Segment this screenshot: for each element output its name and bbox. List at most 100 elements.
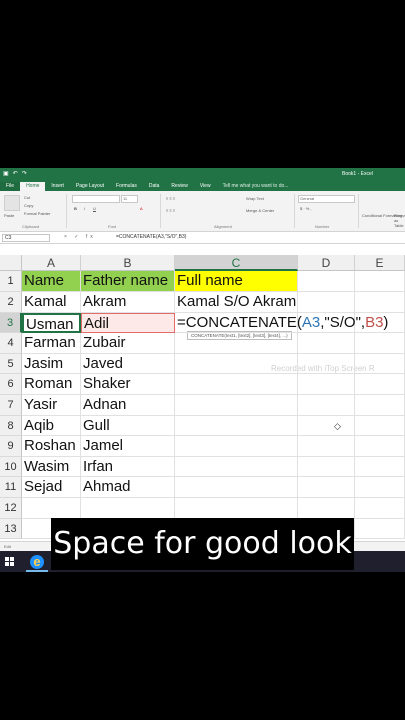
cell-a9[interactable]: Roshan [22, 436, 81, 457]
name-box[interactable]: C3 [2, 234, 50, 242]
cell-a4[interactable]: Farman [22, 333, 81, 354]
underline-button[interactable]: U [93, 206, 96, 211]
cell-e4[interactable] [355, 333, 405, 354]
undo-icon[interactable]: ↶ [13, 170, 18, 177]
cell-e13[interactable] [355, 518, 405, 540]
cell-e11[interactable] [355, 477, 405, 498]
cell-c5[interactable] [175, 353, 298, 375]
align-lines-icon[interactable]: ≡ ≡ ≡ [166, 196, 175, 201]
cell-b12[interactable] [81, 498, 175, 519]
cell-a10[interactable]: Wasim [22, 456, 81, 478]
cell-c6[interactable] [175, 374, 298, 395]
cell-e5[interactable] [355, 353, 405, 375]
cell-d2[interactable] [298, 292, 355, 313]
font-color-icon[interactable]: A [140, 206, 143, 211]
cell-b11[interactable]: Ahmad [81, 477, 175, 498]
cell-c7[interactable] [175, 395, 298, 416]
cell-d9[interactable] [298, 436, 355, 457]
cell-a6[interactable]: Roman [22, 374, 81, 395]
tab-formulas[interactable]: Formulas [110, 182, 143, 191]
format-as-table-button[interactable]: Format as Table [394, 213, 405, 228]
save-icon[interactable]: ▣ [3, 170, 9, 177]
cell-a12[interactable] [22, 498, 81, 519]
cell-b1[interactable]: Father name [81, 271, 175, 292]
font-size-box[interactable]: 11 [121, 195, 138, 203]
windows-start-icon[interactable] [5, 557, 15, 567]
currency-icon[interactable]: $ · % , [300, 206, 312, 211]
row-header-7[interactable]: 7 [0, 395, 22, 416]
cell-e10[interactable] [355, 456, 405, 478]
paste-button[interactable]: Paste [4, 213, 14, 218]
row-header-3[interactable]: 3 [0, 312, 22, 334]
row-header-5[interactable]: 5 [0, 353, 22, 375]
column-header-c[interactable]: C [175, 255, 298, 271]
cell-c2[interactable]: Kamal S/O Akram [175, 292, 298, 313]
cell-d1[interactable] [298, 271, 355, 292]
cell-a7[interactable]: Yasir [22, 395, 81, 416]
cell-c9[interactable] [175, 436, 298, 457]
cell-c10[interactable] [175, 456, 298, 478]
cell-c1[interactable]: Full name [175, 271, 298, 292]
tell-me-box[interactable]: Tell me what you want to do... [217, 182, 289, 191]
cut-button[interactable]: Cut [24, 195, 30, 200]
cell-a5[interactable]: Jasim [22, 353, 81, 375]
cell-d4[interactable] [298, 333, 355, 354]
merge-center-button[interactable]: Merge & Center [246, 208, 274, 213]
cell-a2[interactable]: Kamal [22, 292, 81, 313]
tab-file[interactable]: File [0, 182, 21, 191]
row-header-11[interactable]: 11 [0, 477, 22, 498]
cell-d10[interactable] [298, 456, 355, 478]
cell-c11[interactable] [175, 477, 298, 498]
formula-bar-buttons[interactable]: × ✓ fx [64, 234, 96, 240]
cell-b2[interactable]: Akram [81, 292, 175, 313]
cell-d7[interactable] [298, 395, 355, 416]
row-header-12[interactable]: 12 [0, 498, 22, 519]
cell-b10[interactable]: Irfan [81, 456, 175, 478]
cell-c12[interactable] [175, 498, 298, 519]
cell-e1[interactable] [355, 271, 405, 292]
tab-page-layout[interactable]: Page Layout [70, 182, 110, 191]
cell-d6[interactable] [298, 374, 355, 395]
cell-b6[interactable]: Shaker [81, 374, 175, 395]
cell-c3[interactable]: =CONCATENATE(A3,"S/O",B3) [175, 312, 388, 334]
internet-explorer-icon[interactable]: e [30, 555, 44, 569]
cell-b7[interactable]: Adnan [81, 395, 175, 416]
cell-a11[interactable]: Sejad [22, 477, 81, 498]
font-name-box[interactable] [72, 195, 120, 203]
cell-b9[interactable]: Jamel [81, 436, 175, 457]
row-header-10[interactable]: 10 [0, 456, 22, 478]
tab-data[interactable]: Data [143, 182, 166, 191]
cell-d11[interactable] [298, 477, 355, 498]
row-header-9[interactable]: 9 [0, 436, 22, 457]
column-header-d[interactable]: D [298, 255, 355, 271]
row-header-8[interactable]: 8 [0, 415, 22, 437]
tab-view[interactable]: View [194, 182, 217, 191]
cell-e9[interactable] [355, 436, 405, 457]
redo-icon[interactable]: ↷ [22, 170, 27, 177]
column-header-e[interactable]: E [355, 255, 405, 271]
cell-a8[interactable]: Aqib [22, 415, 81, 437]
cell-e12[interactable] [355, 498, 405, 519]
cell-b4[interactable]: Zubair [81, 333, 175, 354]
cell-a1[interactable]: Name [22, 271, 81, 292]
row-header-2[interactable]: 2 [0, 292, 22, 313]
format-painter-button[interactable]: Format Painter [24, 211, 50, 216]
cell-b5[interactable]: Javed [81, 353, 175, 375]
row-header-6[interactable]: 6 [0, 374, 22, 395]
cell-d12[interactable] [298, 498, 355, 519]
cell-c8[interactable] [175, 415, 298, 437]
cell-d8[interactable] [298, 415, 355, 437]
italic-button[interactable]: I [84, 206, 85, 211]
cell-d5[interactable] [298, 353, 355, 375]
row-header-4[interactable]: 4 [0, 333, 22, 354]
formula-input[interactable]: =CONCATENATE(A3,"S/O",B3) [116, 234, 186, 240]
select-all-corner[interactable] [0, 255, 22, 271]
row-header-1[interactable]: 1 [0, 271, 22, 292]
tab-review[interactable]: Review [165, 182, 193, 191]
column-header-b[interactable]: B [81, 255, 175, 271]
column-header-a[interactable]: A [22, 255, 81, 271]
cell-e6[interactable] [355, 374, 405, 395]
cell-c4[interactable] [175, 333, 298, 354]
tab-home[interactable]: Home [20, 182, 46, 191]
wrap-text-button[interactable]: Wrap Text [246, 196, 264, 201]
